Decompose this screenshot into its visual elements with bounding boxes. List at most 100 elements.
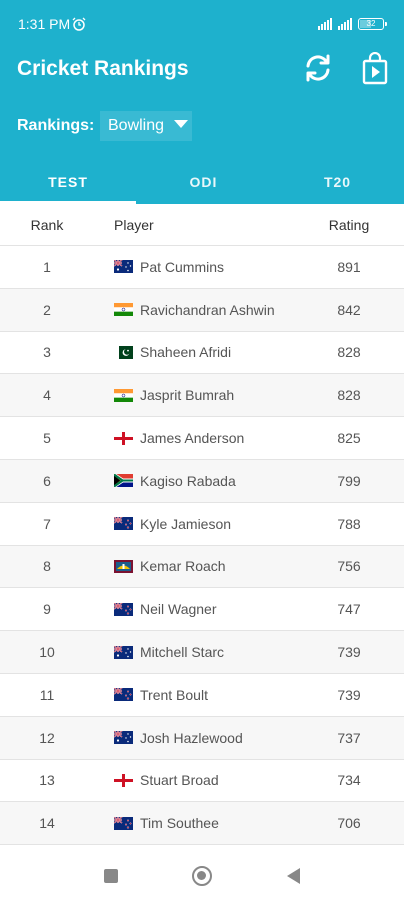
home-icon[interactable] — [192, 866, 212, 886]
table-row[interactable]: 6 Kagiso Rabada 799 — [0, 459, 404, 503]
rank-cell: 6 — [43, 472, 51, 489]
table-row[interactable]: 12 Josh Hazlewood 737 — [0, 716, 404, 760]
rating-cell: 734 — [337, 772, 361, 789]
rank-cell: 8 — [43, 558, 51, 575]
rank-cell: 7 — [43, 515, 51, 532]
column-header-player: Player — [114, 216, 154, 233]
signal-icon — [338, 18, 352, 30]
refresh-icon[interactable] — [302, 52, 334, 84]
rank-cell: 13 — [39, 772, 55, 789]
player-name: Kyle Jamieson — [140, 515, 232, 532]
player-name: Kagiso Rabada — [140, 472, 236, 489]
rank-cell: 4 — [43, 387, 51, 404]
rankings-selected-value: Bowling — [108, 117, 165, 134]
table-row[interactable]: 11 Trent Boult 739 — [0, 674, 404, 717]
rating-cell: 747 — [337, 601, 361, 618]
player-cell: Kemar Roach — [94, 558, 294, 574]
alarm-icon — [72, 17, 86, 31]
player-cell: Josh Hazlewood — [94, 730, 294, 746]
australia-flag-icon — [114, 646, 133, 659]
new-zealand-flag-icon — [114, 817, 133, 830]
battery-level: 32 — [366, 19, 376, 28]
player-name: Stuart Broad — [140, 772, 219, 789]
table-row[interactable]: 4 Jasprit Bumrah 828 — [0, 374, 404, 418]
rating-cell: 799 — [337, 472, 361, 489]
table-row[interactable]: 13 Stuart Broad 734 — [0, 760, 404, 803]
play-store-icon[interactable] — [360, 52, 390, 86]
new-zealand-flag-icon — [114, 517, 133, 530]
column-header-rank: Rank — [30, 216, 64, 233]
tab-odi[interactable]: ODI — [136, 160, 271, 204]
india-flag-icon — [114, 389, 133, 402]
england-flag-icon — [114, 432, 133, 445]
england-flag-icon — [114, 774, 133, 787]
rating-cell: 788 — [337, 515, 361, 532]
player-cell: Shaheen Afridi — [94, 344, 294, 360]
player-cell: James Anderson — [94, 430, 294, 446]
player-name: Trent Boult — [140, 686, 208, 703]
new-zealand-flag-icon — [114, 688, 133, 701]
rating-cell: 828 — [337, 344, 361, 361]
rank-cell: 5 — [43, 430, 51, 447]
player-name: Kemar Roach — [140, 558, 226, 575]
player-name: James Anderson — [140, 430, 245, 447]
status-time: 1:31 PM — [18, 16, 71, 32]
table-row[interactable]: 8 Kemar Roach 756 — [0, 545, 404, 589]
status-bar: 1:31 PM 32 — [0, 0, 404, 48]
column-header-rating: Rating — [328, 216, 370, 233]
table-row[interactable]: 14 Tim Southee 706 — [0, 802, 404, 846]
rating-cell: 842 — [337, 301, 361, 318]
south-africa-flag-icon — [114, 474, 133, 487]
table-row[interactable]: 2 Ravichandran Ashwin 842 — [0, 288, 404, 332]
rank-cell: 10 — [39, 644, 55, 661]
new-zealand-flag-icon — [114, 603, 133, 616]
player-cell: Neil Wagner — [94, 601, 294, 617]
india-flag-icon — [114, 303, 133, 316]
player-cell: Jasprit Bumrah — [94, 387, 294, 403]
rating-cell: 756 — [337, 558, 361, 575]
tab-test[interactable]: TEST — [0, 160, 136, 204]
rankings-label: Rankings: — [17, 117, 95, 134]
player-name: Ravichandran Ashwin — [140, 301, 275, 318]
table-row[interactable]: 3 Shaheen Afridi 828 — [0, 332, 404, 375]
player-name: Mitchell Starc — [140, 644, 225, 661]
rankings-dropdown[interactable]: Bowling — [100, 111, 192, 141]
recents-icon[interactable] — [104, 869, 118, 883]
rank-cell: 2 — [43, 301, 51, 318]
player-cell: Kyle Jamieson — [94, 516, 294, 532]
app-header: 1:31 PM 32 Cricket Rankings Rankings: Bo… — [0, 0, 404, 204]
rank-cell: 9 — [43, 601, 51, 618]
table-header: Rank Player Rating — [0, 204, 404, 246]
status-indicators: 32 — [318, 18, 387, 30]
player-name: Tim Southee — [140, 815, 219, 832]
player-name: Josh Hazlewood — [140, 729, 243, 746]
player-cell: Kagiso Rabada — [94, 473, 294, 489]
format-tabs: TEST ODI T20 — [0, 160, 404, 204]
australia-flag-icon — [114, 731, 133, 744]
battery-icon: 32 — [358, 18, 387, 30]
table-row[interactable]: 10 Mitchell Starc 739 — [0, 631, 404, 674]
player-cell: Trent Boult — [94, 687, 294, 703]
player-cell: Pat Cummins — [94, 259, 294, 275]
tab-t20[interactable]: T20 — [271, 160, 404, 204]
table-row[interactable]: 9 Neil Wagner 747 — [0, 588, 404, 632]
back-icon[interactable] — [287, 868, 300, 884]
table-row[interactable]: 1 Pat Cummins 891 — [0, 246, 404, 289]
player-name: Pat Cummins — [140, 258, 225, 275]
player-name: Jasprit Bumrah — [140, 387, 235, 404]
pakistan-flag-icon — [114, 346, 133, 359]
rank-cell: 11 — [39, 686, 55, 703]
west-indies-flag-icon — [114, 560, 133, 573]
rank-cell: 14 — [39, 815, 55, 832]
player-name: Neil Wagner — [140, 601, 217, 618]
rating-cell: 891 — [337, 258, 361, 275]
table-row[interactable]: 7 Kyle Jamieson 788 — [0, 503, 404, 546]
table-row[interactable]: 5 James Anderson 825 — [0, 417, 404, 460]
rating-cell: 828 — [337, 387, 361, 404]
system-nav-bar — [0, 846, 404, 900]
rank-cell: 12 — [39, 729, 55, 746]
rank-cell: 3 — [43, 344, 51, 361]
player-cell: Stuart Broad — [94, 772, 294, 788]
rating-cell: 739 — [337, 644, 361, 661]
table-body: 1 Pat Cummins 891 2 Ravichandran Ashwin 842 3 S… — [0, 246, 404, 846]
